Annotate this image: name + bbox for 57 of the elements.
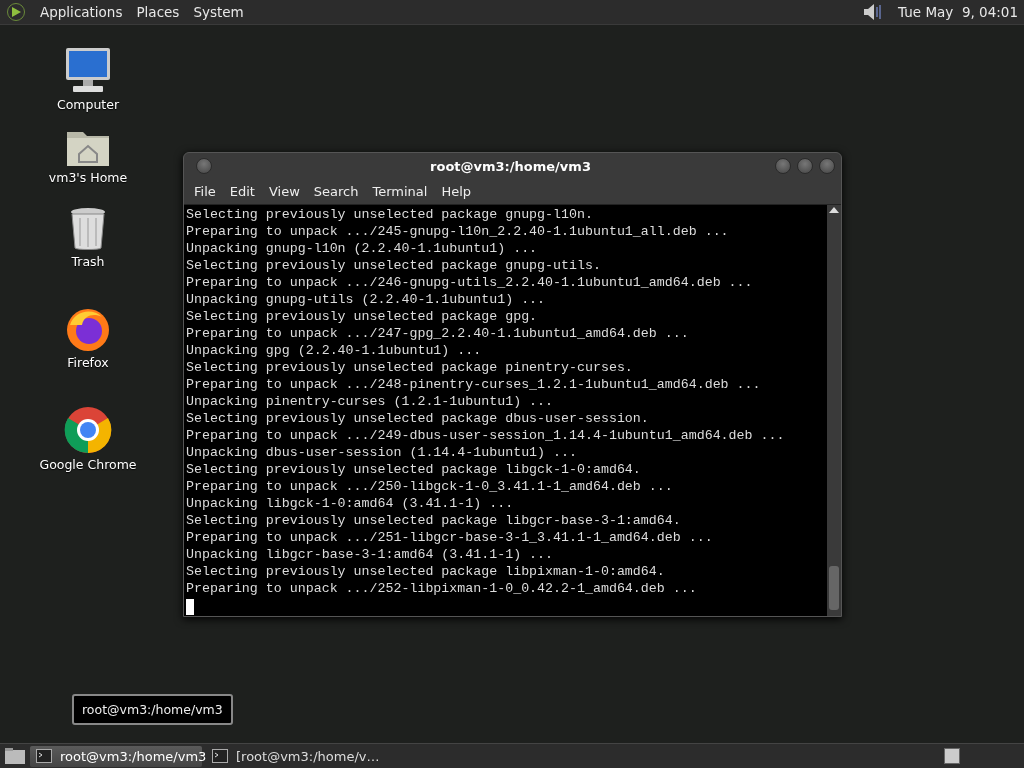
window-title: root@vm3:/home/vm3 [429, 158, 592, 174]
menu-item[interactable]: Search [306, 184, 366, 199]
terminal-line: Unpacking gpg (2.2.40-1.1ubuntu1) ... [186, 342, 483, 359]
window-menu-button[interactable] [196, 158, 212, 174]
terminal-line: Selecting previously unselected package libpixman-1-0:amd64. [186, 563, 666, 580]
maximize-button[interactable] [797, 158, 813, 174]
chrome-icon [63, 405, 113, 455]
panel-menu[interactable]: Places [136, 4, 180, 20]
monitor-icon [63, 45, 113, 95]
tray-icon[interactable] [944, 748, 960, 764]
desktop-icon-label[interactable]: vm3's Home [48, 170, 128, 185]
terminal-line: Selecting previously unselected package gpg. [186, 308, 539, 325]
menu-item[interactable]: File [187, 184, 223, 199]
terminal-line: Preparing to unpack .../249-dbus-user-session_1.14.4-1ubuntu1_amd64.deb ... [186, 427, 786, 444]
taskbar-task[interactable]: [root@vm3:/home/v… [206, 745, 378, 767]
desktop-icon-label[interactable]: Firefox [67, 355, 109, 370]
desktop-icon-label[interactable]: Trash [71, 254, 105, 269]
terminal-icon [212, 749, 228, 763]
menu-item[interactable]: Help [434, 184, 479, 199]
logo-icon[interactable] [6, 2, 26, 22]
desktop-icon-label[interactable]: Google Chrome [39, 457, 137, 472]
minimize-button[interactable] [775, 158, 791, 174]
terminal-line: Selecting previously unselected package libgck-1-0:amd64. [186, 461, 642, 478]
clock[interactable]: Tue May 9, 04:01 [898, 4, 1018, 20]
terminal-line: Preparing to unpack .../248-pinentry-curses_1.2.1-1ubuntu1_amd64.deb ... [186, 376, 762, 393]
terminal-line: Selecting previously unselected package pinentry-curses. [186, 359, 634, 376]
terminal-line: Unpacking gnupg-l10n (2.2.40-1.1ubuntu1) ... [186, 240, 539, 257]
terminal-line: Unpacking libgcr-base-3-1:amd64 (3.41.1-1) ... [186, 546, 555, 563]
panel-menu[interactable]: System [193, 4, 244, 20]
terminal-line: Selecting previously unselected package dbus-user-session. [186, 410, 650, 427]
scrollbar[interactable] [827, 205, 841, 616]
terminal-line: Preparing to unpack .../251-libgcr-base-3-1_3.41.1-1_amd64.deb ... [186, 529, 714, 546]
terminal-icon [36, 749, 52, 763]
panel-menu[interactable]: Applications [40, 4, 123, 20]
terminal-line: Selecting previously unselected package libgcr-base-3-1:amd64. [186, 512, 682, 529]
terminal-line: Unpacking gnupg-utils (2.2.40-1.1ubuntu1) ... [186, 291, 547, 308]
terminal-line: Unpacking dbus-user-session (1.14.4-1ubuntu1) ... [186, 444, 578, 461]
terminal-line: Preparing to unpack .../252-libpixman-1-0_0.42.2-1_amd64.deb ... [186, 580, 698, 597]
terminal-line: Selecting previously unselected package gnupg-l10n. [186, 206, 594, 223]
terminal-line: Selecting previously unselected package gnupg-utils. [186, 257, 602, 274]
menu-item[interactable]: Terminal [365, 184, 435, 199]
desktop-icon-label[interactable]: Computer [56, 97, 120, 112]
terminal-line: Preparing to unpack .../250-libgck-1-0_3.41.1-1_amd64.deb ... [186, 478, 674, 495]
terminal-line: Unpacking libgck-1-0:amd64 (3.41.1-1) ... [186, 495, 515, 512]
menu-item[interactable]: Edit [222, 184, 262, 199]
menu-item[interactable]: View [261, 184, 307, 199]
close-button[interactable] [819, 158, 835, 174]
scroll-up-icon[interactable] [829, 207, 839, 213]
terminal-line: Preparing to unpack .../247-gpg_2.2.40-1.1ubuntu1_amd64.deb ... [186, 325, 690, 342]
show-desktop-icon[interactable] [4, 747, 26, 765]
text-cursor [186, 599, 194, 615]
terminal-line: Unpacking pinentry-curses (1.2.1-1ubuntu1) ... [186, 393, 555, 410]
terminal-line: Preparing to unpack .../246-gnupg-utils_2.2.40-1.1ubuntu1_amd64.deb ... [186, 274, 754, 291]
terminal-line: Preparing to unpack .../245-gnupg-l10n_2.2.40-1.1ubuntu1_all.deb ... [186, 223, 730, 240]
scrollbar-thumb[interactable] [829, 566, 839, 610]
tooltip: root@vm3:/home/vm3 [72, 694, 233, 725]
trash-icon [68, 206, 108, 252]
